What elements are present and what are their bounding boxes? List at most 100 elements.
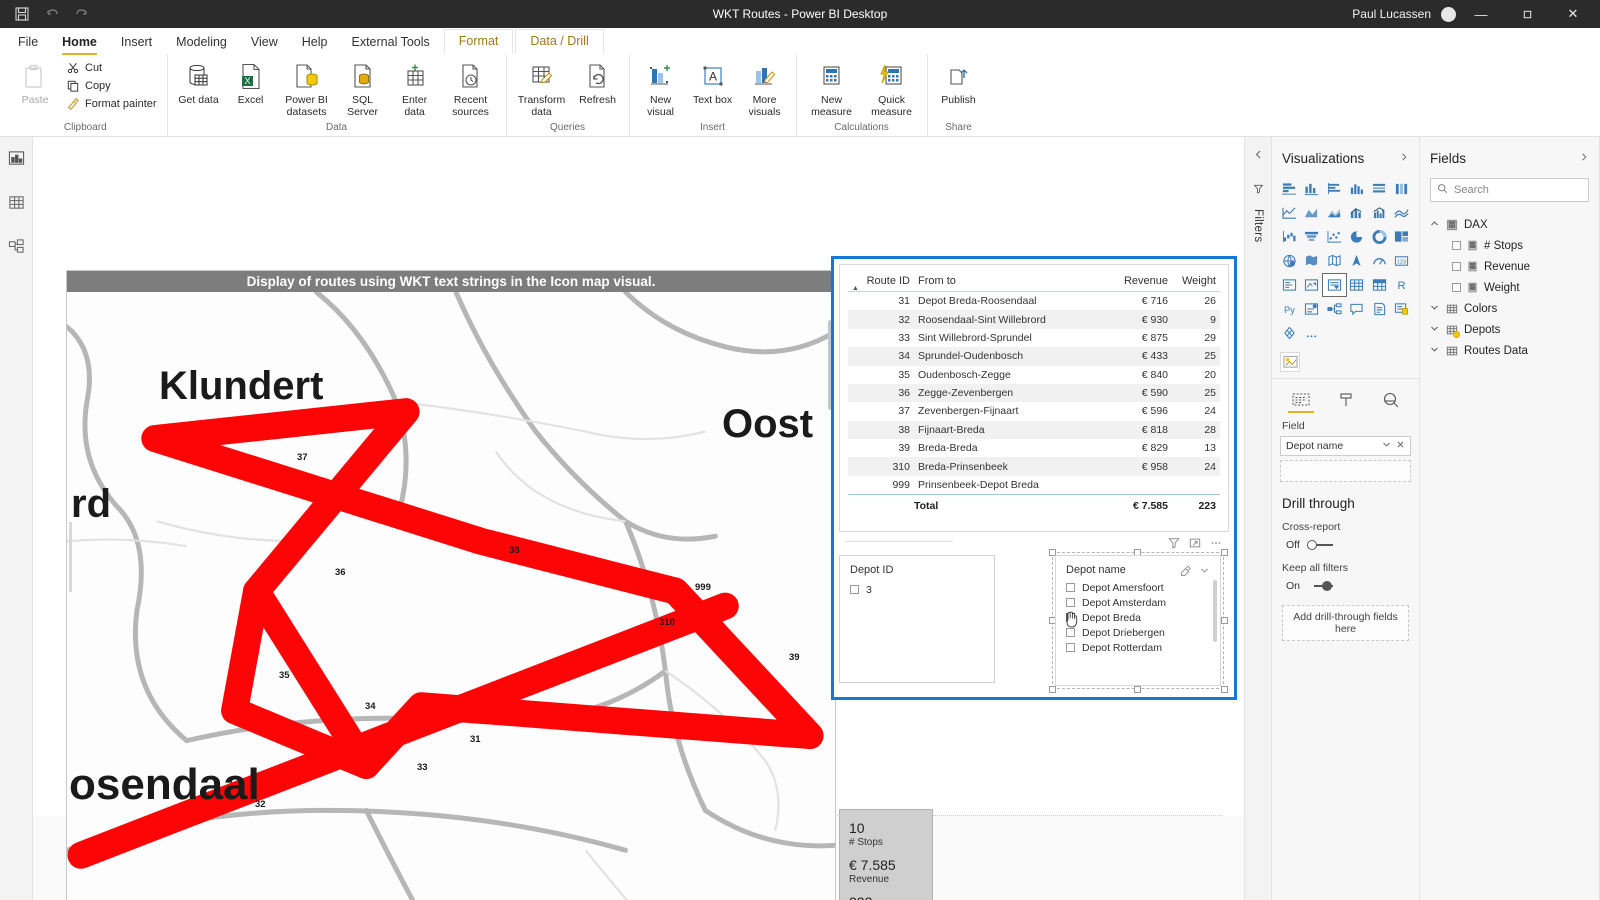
funnel-chart-icon[interactable] xyxy=(1301,226,1324,248)
close-icon[interactable] xyxy=(1396,440,1405,452)
filters-pane-collapsed[interactable]: Filters xyxy=(1245,137,1272,900)
focus-mode-icon[interactable] xyxy=(1187,536,1202,551)
tab-fields[interactable] xyxy=(1284,392,1318,413)
summary-card-visual[interactable]: 10 # Stops € 7.585 Revenue 223 Weight xyxy=(839,809,933,900)
slicer-item[interactable]: 3 xyxy=(850,582,984,597)
sidebar-item-report-view[interactable] xyxy=(2,145,30,171)
matrix-icon[interactable] xyxy=(1368,274,1391,296)
map-body[interactable]: Klundert Oost rd osendaal 37 38 36 999 3… xyxy=(67,292,835,900)
transform-data-button[interactable]: Transform data xyxy=(513,58,571,121)
r-script-visual-icon[interactable]: R xyxy=(1391,274,1414,296)
enter-data-button[interactable]: Enter data xyxy=(390,58,440,121)
cross-report-toggle-row[interactable]: Off xyxy=(1272,536,1419,560)
slicer-item[interactable]: Depot Driebergen xyxy=(1066,625,1210,640)
slicer-item[interactable]: Depot Amersfoort xyxy=(1066,580,1210,595)
line-clustered-column-chart-icon[interactable] xyxy=(1368,202,1391,224)
icon-map-custom-visual-icon[interactable] xyxy=(1280,352,1300,372)
eraser-icon[interactable] xyxy=(1180,565,1191,579)
arcgis-map-icon[interactable] xyxy=(1346,250,1369,272)
new-visual-button[interactable]: New visual xyxy=(636,58,686,121)
table-row[interactable]: 34 Sprundel-Oudenbosch € 433 25 xyxy=(848,347,1220,366)
sql-server-button[interactable]: SQL Server xyxy=(338,58,388,121)
get-data-button[interactable]: Get data xyxy=(174,58,224,110)
report-canvas[interactable]: Display of routes using WKT text strings… xyxy=(33,137,1244,900)
donut-chart-icon[interactable] xyxy=(1368,226,1391,248)
paste-button[interactable]: Paste xyxy=(10,58,60,110)
excel-button[interactable]: X Excel xyxy=(226,58,276,110)
filled-map-icon[interactable] xyxy=(1301,250,1324,272)
tab-insert[interactable]: Insert xyxy=(109,31,164,54)
table-row[interactable]: 39 Breda-Breda € 829 13 xyxy=(848,439,1220,457)
field-table-dax[interactable]: DAX xyxy=(1426,214,1593,235)
chevron-down-icon[interactable] xyxy=(1199,565,1210,579)
tab-format[interactable] xyxy=(1329,392,1363,414)
gauge-icon[interactable] xyxy=(1368,250,1391,272)
table-row[interactable]: 38 Fijnaart-Breda € 818 28 xyxy=(848,420,1220,439)
recent-sources-button[interactable]: Recent sources xyxy=(442,58,500,121)
maximize-button[interactable] xyxy=(1506,0,1548,28)
close-button[interactable]: ✕ xyxy=(1552,0,1594,28)
area-chart-icon[interactable] xyxy=(1301,202,1324,224)
undo-icon[interactable] xyxy=(44,6,60,22)
checkbox-icon[interactable] xyxy=(1452,241,1461,250)
table-row[interactable]: 310 Breda-Prinsenbeek € 958 24 xyxy=(848,457,1220,476)
tab-view[interactable]: View xyxy=(239,31,290,54)
chevron-up-icon[interactable] xyxy=(1430,219,1440,230)
checkbox-icon[interactable] xyxy=(1066,643,1075,652)
field-item-stops[interactable]: # Stops xyxy=(1426,235,1593,256)
checkbox-icon[interactable] xyxy=(1066,598,1075,607)
minimize-button[interactable]: — xyxy=(1460,0,1502,28)
cross-report-toggle[interactable] xyxy=(1306,539,1333,551)
ribbon-chart-icon[interactable] xyxy=(1391,202,1414,224)
table-row[interactable]: 33 Sint Willebrord-Sprundel € 875 29 xyxy=(848,329,1220,347)
field-table-depots[interactable]: Depots xyxy=(1426,319,1593,340)
field-table-routes-data[interactable]: Routes Data xyxy=(1426,340,1593,361)
stacked-column-chart-icon[interactable] xyxy=(1301,178,1324,200)
routes-table-visual[interactable]: Route ID ▲ From to Revenue Weight 31 Dep… xyxy=(839,264,1229,532)
column-header-from-to[interactable]: From to xyxy=(914,273,1108,292)
kpi-icon[interactable] xyxy=(1301,274,1324,296)
drill-through-drop-zone[interactable]: Add drill-through fields here xyxy=(1282,605,1409,641)
table-icon[interactable] xyxy=(1346,274,1369,296)
new-measure-button[interactable]: New measure xyxy=(803,58,861,121)
line-stacked-column-chart-icon[interactable] xyxy=(1346,202,1369,224)
waterfall-chart-icon[interactable] xyxy=(1278,226,1301,248)
avatar[interactable] xyxy=(1441,6,1456,22)
well-drop-zone[interactable] xyxy=(1280,460,1411,482)
slicer-item[interactable]: Depot Rotterdam xyxy=(1066,640,1210,655)
treemap-icon[interactable] xyxy=(1391,226,1414,248)
filter-icon[interactable] xyxy=(1166,536,1181,551)
sidebar-item-model-view[interactable] xyxy=(2,233,30,259)
save-icon[interactable] xyxy=(14,6,30,22)
redo-icon[interactable] xyxy=(74,6,90,22)
more-visuals-button[interactable]: More visuals xyxy=(740,58,790,121)
checkbox-icon[interactable] xyxy=(1452,262,1461,271)
chevron-right-icon[interactable] xyxy=(1399,152,1409,165)
field-item-weight[interactable]: Weight xyxy=(1426,277,1593,298)
chevron-down-icon[interactable] xyxy=(1430,345,1440,356)
sidebar-item-data-view[interactable] xyxy=(2,189,30,215)
table-row[interactable]: 31 Depot Breda-Roosendaal € 716 26 xyxy=(848,292,1220,311)
slicer-depot-id[interactable]: Depot ID 3 xyxy=(839,555,995,683)
stacked-bar-chart-icon[interactable] xyxy=(1278,178,1301,200)
chevron-down-icon[interactable] xyxy=(1430,324,1440,335)
tab-data-drill[interactable]: Data / Drill xyxy=(515,29,604,54)
card-icon[interactable]: 123 xyxy=(1391,250,1414,272)
multi-row-card-icon[interactable] xyxy=(1278,274,1301,296)
key-influencers-icon[interactable] xyxy=(1301,298,1324,320)
checkbox-icon[interactable] xyxy=(850,585,859,594)
slicer-scrollbar[interactable] xyxy=(1213,580,1217,642)
chevron-right-icon[interactable] xyxy=(1579,152,1589,165)
get-more-visuals-icon[interactable] xyxy=(1278,322,1301,344)
shape-map-icon[interactable] xyxy=(1323,250,1346,272)
tab-external-tools[interactable]: External Tools xyxy=(339,31,441,54)
scatter-chart-icon[interactable] xyxy=(1323,226,1346,248)
publish-button[interactable]: Publish xyxy=(934,58,984,110)
chevron-left-icon[interactable] xyxy=(1253,147,1264,165)
slicer-depot-name[interactable]: Depot name Depot Amersfoort Depot Amster… xyxy=(1055,555,1221,686)
table-row[interactable]: 999 Prinsenbeek-Depot Breda xyxy=(848,476,1220,495)
map-icon[interactable] xyxy=(1278,250,1301,272)
quick-measure-button[interactable]: Quick measure xyxy=(863,58,921,121)
paginated-report-icon[interactable] xyxy=(1391,298,1414,320)
format-painter-button[interactable]: Format painter xyxy=(62,96,161,112)
